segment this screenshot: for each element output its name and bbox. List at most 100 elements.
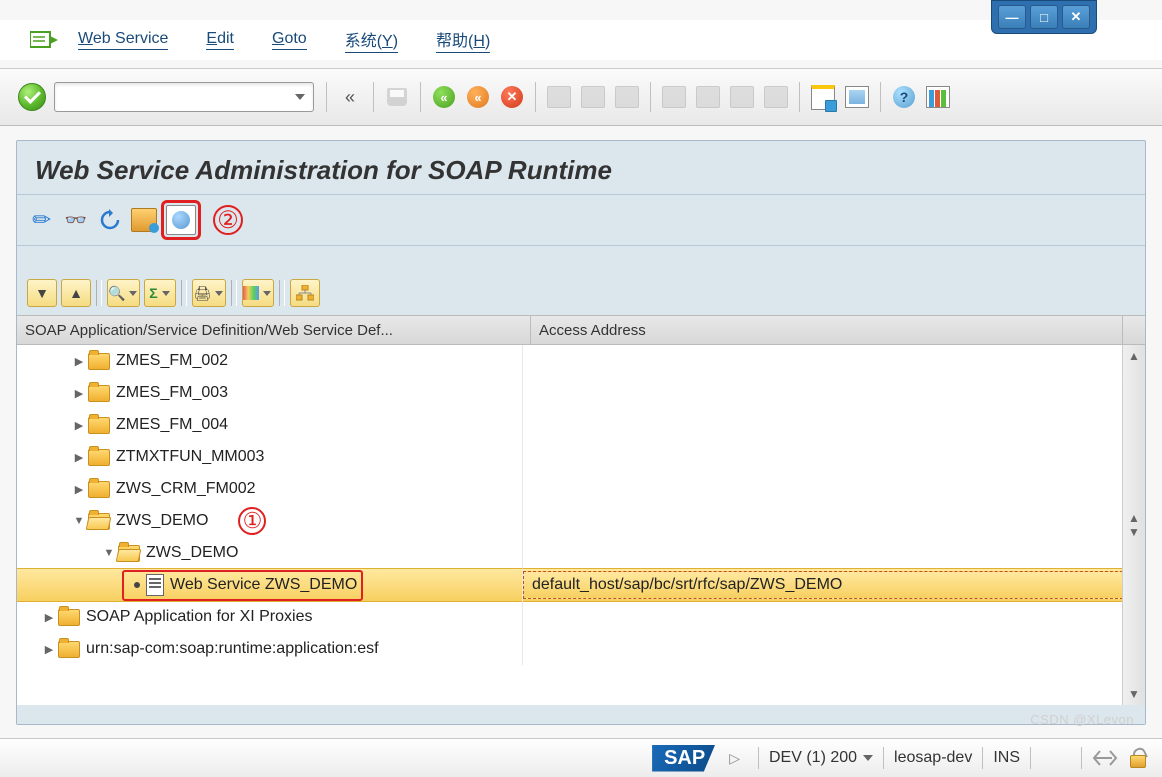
scroll-up-icon[interactable]: ▲: [1128, 349, 1140, 363]
shortcut-button[interactable]: [842, 82, 872, 112]
scroll-down-icon[interactable]: ▼: [1128, 687, 1140, 701]
callout-1-highlight: Web Service ZWS_DEMO: [122, 570, 363, 601]
callout-2-highlight: [161, 200, 201, 240]
menu-edit[interactable]: Edit: [206, 30, 234, 50]
find-alv-button[interactable]: 🔍: [107, 279, 140, 307]
refresh-button[interactable]: [96, 206, 124, 234]
scroll-mid-up-icon[interactable]: ▲: [1128, 511, 1140, 525]
page-container: Web Service Administration for SOAP Runt…: [16, 140, 1146, 725]
status-nav-icon[interactable]: [1092, 749, 1118, 767]
column-header-1[interactable]: SOAP Application/Service Definition/Web …: [17, 316, 531, 344]
tree-row[interactable]: ▶ ZMES_FM_003: [17, 377, 1145, 409]
close-button[interactable]: ✕: [1062, 5, 1090, 29]
sum-button[interactable]: Σ: [144, 279, 176, 307]
expand-icon[interactable]: ▶: [72, 451, 86, 464]
menu-system[interactable]: 系统(Y): [345, 27, 398, 53]
tree-node-label: ZWS_CRM_FM002: [116, 480, 256, 498]
display-button[interactable]: 👓: [62, 206, 90, 234]
status-mode: INS: [993, 749, 1020, 767]
folder-icon: [58, 641, 80, 658]
menubar: Web Service Edit Goto 系统(Y) 帮助(H): [0, 20, 1162, 60]
menu-goto[interactable]: Goto: [272, 30, 307, 50]
server-button[interactable]: [130, 206, 158, 234]
tree-row[interactable]: ▶ ZTMXTFUN_MM003: [17, 441, 1145, 473]
tree-row[interactable]: ▶ ZWS_CRM_FM002: [17, 473, 1145, 505]
expand-icon[interactable]: ▶: [72, 387, 86, 400]
minimize-button[interactable]: —: [998, 5, 1026, 29]
wsdl-button[interactable]: [166, 205, 196, 235]
page-toolbar: ✎ 👓 ②: [17, 195, 1145, 246]
lock-icon[interactable]: [1128, 748, 1148, 768]
system-toolbar: « « « ✕ ?: [0, 68, 1162, 126]
expand-icon[interactable]: ▶: [72, 483, 86, 496]
expand-icon[interactable]: ▶: [72, 355, 86, 368]
tree-row[interactable]: ▶ ZMES_FM_004: [17, 409, 1145, 441]
layout-button[interactable]: [923, 82, 953, 112]
tree-node-label: ZMES_FM_004: [116, 416, 228, 434]
tree-row[interactable]: Web Service ZWS_DEMO default_host/sap/bc/…: [17, 569, 1145, 601]
tree-row[interactable]: ▼ZWS_DEMO①: [17, 505, 1145, 537]
access-address-cell[interactable]: default_host/sap/bc/srt/rfc/sap/ZWS_DEMO: [523, 571, 1123, 599]
tree-node-label: ZMES_FM_002: [116, 352, 228, 370]
tree-node-label: ZWS_DEMO: [146, 544, 238, 562]
tree-node-label: ZMES_FM_003: [116, 384, 228, 402]
menu-web-service[interactable]: Web Service: [78, 30, 168, 50]
back-button[interactable]: «: [429, 82, 459, 112]
collapse-all-button[interactable]: ▲: [61, 279, 91, 307]
find-next-button: [612, 82, 642, 112]
command-field[interactable]: [54, 82, 314, 112]
sap-logo: SAP: [652, 745, 715, 772]
tree-row[interactable]: ▶ SOAP Application for XI Proxies: [17, 601, 1145, 633]
hierarchy-button[interactable]: [290, 279, 320, 307]
exit-button[interactable]: «: [463, 82, 493, 112]
status-expand-icon[interactable]: ▷: [729, 750, 740, 767]
folder-open-icon: [118, 545, 140, 562]
new-session-button[interactable]: [808, 82, 838, 112]
alv-toolbar: ▼ ▲ 🔍 Σ 🖨: [17, 271, 1145, 315]
layout-alv-button[interactable]: [242, 279, 274, 307]
print-alv-button[interactable]: 🖨: [192, 279, 226, 307]
tree-row[interactable]: ▼ ZWS_DEMO: [17, 537, 1145, 569]
help-button[interactable]: ?: [889, 82, 919, 112]
maximize-button[interactable]: □: [1030, 5, 1058, 29]
folder-icon: [88, 449, 110, 466]
expand-icon[interactable]: ▶: [42, 611, 56, 624]
alv-panel: ▼ ▲ 🔍 Σ 🖨 SOAP Application/Service Defin…: [17, 271, 1145, 724]
folder-open-icon: [88, 513, 110, 530]
grid-header: SOAP Application/Service Definition/Web …: [17, 315, 1145, 345]
folder-icon: [58, 609, 80, 626]
document-icon: [146, 574, 164, 596]
tree-node-label: urn:sap-com:soap:runtime:application:esf: [86, 640, 379, 658]
tree-node-label: ZTMXTFUN_MM003: [116, 448, 264, 466]
back-chevron-icon[interactable]: «: [335, 82, 365, 112]
collapse-icon[interactable]: ▼: [72, 515, 86, 527]
expand-icon[interactable]: ▶: [72, 419, 86, 432]
next-page-button: [727, 82, 757, 112]
scroll-mid-down-icon[interactable]: ▼: [1128, 525, 1140, 539]
folder-icon: [88, 417, 110, 434]
folder-icon: [88, 481, 110, 498]
print-button: [544, 82, 574, 112]
page-title: Web Service Administration for SOAP Runt…: [17, 141, 1145, 195]
enter-button[interactable]: [18, 83, 46, 111]
collapse-icon[interactable]: ▼: [102, 547, 116, 559]
prev-page-button: [693, 82, 723, 112]
vertical-scrollbar[interactable]: ▲ ▲ ▼ ▼: [1122, 345, 1145, 705]
expand-all-button[interactable]: ▼: [27, 279, 57, 307]
cancel-button[interactable]: ✕: [497, 82, 527, 112]
column-header-2[interactable]: Access Address: [531, 316, 1122, 344]
edit-button[interactable]: ✎: [28, 206, 56, 234]
tree-row[interactable]: ▶ ZMES_FM_002: [17, 345, 1145, 377]
menu-help[interactable]: 帮助(H): [436, 27, 490, 53]
callout-2-label: ②: [213, 205, 243, 235]
tree-node-label: SOAP Application for XI Proxies: [86, 608, 312, 626]
status-system[interactable]: DEV (1) 200: [769, 749, 873, 767]
last-page-button: [761, 82, 791, 112]
expand-icon[interactable]: ▶: [42, 643, 56, 656]
watermark: CSDN @XLevon: [1030, 712, 1134, 727]
folder-icon: [88, 385, 110, 402]
callout-1-label: ①: [238, 507, 266, 535]
app-menu-icon[interactable]: [30, 29, 58, 51]
window-controls: — □ ✕: [991, 0, 1097, 34]
tree-row[interactable]: ▶ urn:sap-com:soap:runtime:application:es…: [17, 633, 1145, 665]
